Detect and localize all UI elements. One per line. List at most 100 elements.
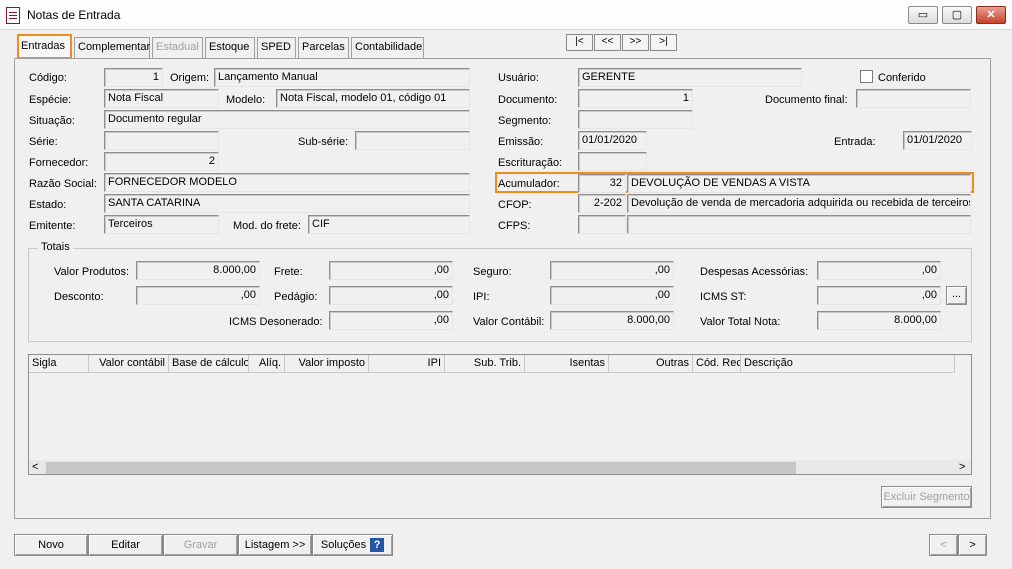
- estado-field[interactable]: SANTA CATARINA: [104, 194, 470, 213]
- usuario-field[interactable]: GERENTE: [578, 68, 802, 87]
- column-header-base-calculo[interactable]: Base de cálculo: [169, 355, 249, 373]
- valor-total-field[interactable]: 8.000,00: [817, 311, 941, 330]
- editar-button[interactable]: Editar: [88, 534, 163, 556]
- escrituracao-field[interactable]: [578, 152, 647, 171]
- scroll-left-icon[interactable]: <: [32, 461, 38, 473]
- documento-final-field[interactable]: [856, 89, 971, 108]
- acumulador-label: Acumulador:: [498, 178, 560, 190]
- frete-mod-field[interactable]: CIF: [308, 215, 470, 234]
- pedagio-label: Pedágio:: [274, 291, 318, 303]
- impostos-grid[interactable]: Sigla Valor contábil Base de cálculo Alí…: [28, 354, 972, 475]
- codigo-field[interactable]: 1: [104, 68, 163, 87]
- column-header-valor-imposto[interactable]: Valor imposto: [285, 355, 369, 373]
- fornecedor-field[interactable]: 2: [104, 152, 219, 171]
- column-header-outras[interactable]: Outras: [609, 355, 693, 373]
- acumulador-desc-field[interactable]: DEVOLUÇÃO DE VENDAS A VISTA: [627, 174, 971, 193]
- tab-sped[interactable]: SPED: [257, 37, 296, 58]
- column-header-isentas[interactable]: Isentas: [525, 355, 609, 373]
- icms-st-field[interactable]: ,00: [817, 286, 941, 305]
- acumulador-code-field[interactable]: 32: [578, 174, 626, 193]
- first-record-button[interactable]: |<: [566, 34, 593, 51]
- razao-field[interactable]: FORNECEDOR MODELO: [104, 173, 470, 192]
- totais-title: Totais: [38, 241, 73, 253]
- close-button[interactable]: ✕: [976, 6, 1006, 24]
- minimize-button[interactable]: ▭: [908, 6, 938, 24]
- seguro-label: Seguro:: [473, 266, 512, 278]
- origem-field[interactable]: Lançamento Manual: [214, 68, 470, 87]
- emissao-field[interactable]: 01/01/2020: [578, 131, 647, 150]
- tab-parcelas[interactable]: Parcelas: [298, 37, 349, 58]
- listagem-button[interactable]: Listagem >>: [238, 534, 312, 556]
- cfop-desc-field[interactable]: Devolução de venda de mercadoria adquiri…: [627, 194, 971, 213]
- tab-estoque[interactable]: Estoque: [205, 37, 255, 58]
- help-icon: ?: [370, 538, 385, 553]
- solucoes-label: Soluções: [320, 539, 367, 551]
- prev-record-button[interactable]: <<: [594, 34, 621, 51]
- column-header-sigla[interactable]: Sigla: [29, 355, 89, 373]
- modelo-label: Modelo:: [226, 94, 266, 106]
- column-header-cod-rec[interactable]: Cód. Rec.: [693, 355, 741, 373]
- valor-produtos-label: Valor Produtos:: [54, 266, 130, 278]
- pedagio-field[interactable]: ,00: [329, 286, 453, 305]
- entrada-field[interactable]: 01/01/2020: [903, 131, 972, 150]
- situacao-field[interactable]: Documento regular: [104, 110, 470, 129]
- tab-estadual: Estadual: [152, 37, 203, 58]
- next-record-button[interactable]: >>: [622, 34, 649, 51]
- ipi-label: IPI:: [473, 291, 490, 303]
- estado-label: Estado:: [29, 199, 67, 211]
- documento-field[interactable]: 1: [578, 89, 693, 108]
- valor-produtos-field[interactable]: 8.000,00: [136, 261, 260, 280]
- maximize-button[interactable]: ▢: [942, 6, 972, 24]
- conferido-checkbox[interactable]: [860, 70, 873, 83]
- desconto-label: Desconto:: [54, 291, 104, 303]
- documento-final-label: Documento final:: [765, 94, 848, 106]
- emissao-label: Emissão:: [498, 136, 544, 148]
- icms-st-details-button[interactable]: ...: [946, 286, 967, 305]
- scroll-right-icon[interactable]: >: [959, 461, 965, 473]
- column-header-descricao[interactable]: Descrição: [741, 355, 955, 373]
- column-header-sub-trib[interactable]: Sub. Trib.: [445, 355, 525, 373]
- cfps-code-field[interactable]: [578, 215, 626, 234]
- last-record-button[interactable]: >|: [650, 34, 677, 51]
- despesas-field[interactable]: ,00: [817, 261, 941, 280]
- subserie-field[interactable]: [355, 131, 470, 150]
- tab-complementar[interactable]: Complementar: [74, 37, 150, 58]
- next-button[interactable]: >: [958, 534, 987, 556]
- frete-mod-label: Mod. do frete:: [233, 220, 301, 232]
- escrituracao-label: Escrituração:: [498, 157, 563, 169]
- scrollbar-thumb[interactable]: [46, 462, 796, 474]
- column-header-ipi[interactable]: IPI: [369, 355, 445, 373]
- window-title: Notas de Entrada: [27, 8, 121, 22]
- solucoes-button[interactable]: Soluções?: [312, 534, 393, 556]
- seguro-field[interactable]: ,00: [550, 261, 674, 280]
- origem-label: Origem:: [170, 72, 210, 84]
- desconto-field[interactable]: ,00: [136, 286, 260, 305]
- tab-entradas[interactable]: Entradas: [17, 34, 72, 59]
- modelo-field[interactable]: Nota Fiscal, modelo 01, código 01: [276, 89, 470, 108]
- horizontal-scrollbar[interactable]: < >: [29, 459, 971, 474]
- novo-button[interactable]: Novo: [14, 534, 88, 556]
- frete-label: Frete:: [274, 266, 303, 278]
- cfop-code-field[interactable]: 2-202: [578, 194, 626, 213]
- entrada-label: Entrada:: [834, 136, 876, 148]
- icms-desonerado-field[interactable]: ,00: [329, 311, 453, 330]
- column-header-valor-contabil[interactable]: Valor contábil: [89, 355, 169, 373]
- valor-contabil-field[interactable]: 8.000,00: [550, 311, 674, 330]
- frete-field[interactable]: ,00: [329, 261, 453, 280]
- cfps-label: CFPS:: [498, 220, 531, 232]
- codigo-label: Código:: [29, 72, 67, 84]
- fornecedor-label: Fornecedor:: [29, 157, 89, 169]
- especie-field[interactable]: Nota Fiscal: [104, 89, 219, 108]
- tab-contabilidade[interactable]: Contabilidade: [351, 37, 424, 58]
- cfps-desc-field[interactable]: [627, 215, 971, 234]
- situacao-label: Situação:: [29, 115, 75, 127]
- conferido-label: Conferido: [878, 72, 926, 84]
- emitente-field[interactable]: Terceiros: [104, 215, 219, 234]
- ipi-field[interactable]: ,00: [550, 286, 674, 305]
- segmento-label: Segmento:: [498, 115, 552, 127]
- despesas-label: Despesas Acessórias:: [700, 266, 809, 278]
- column-header-aliq[interactable]: Alíq.: [249, 355, 285, 373]
- serie-field[interactable]: [104, 131, 219, 150]
- excluir-segmento-button: Excluir Segmento: [881, 486, 972, 508]
- segmento-field[interactable]: [578, 110, 693, 129]
